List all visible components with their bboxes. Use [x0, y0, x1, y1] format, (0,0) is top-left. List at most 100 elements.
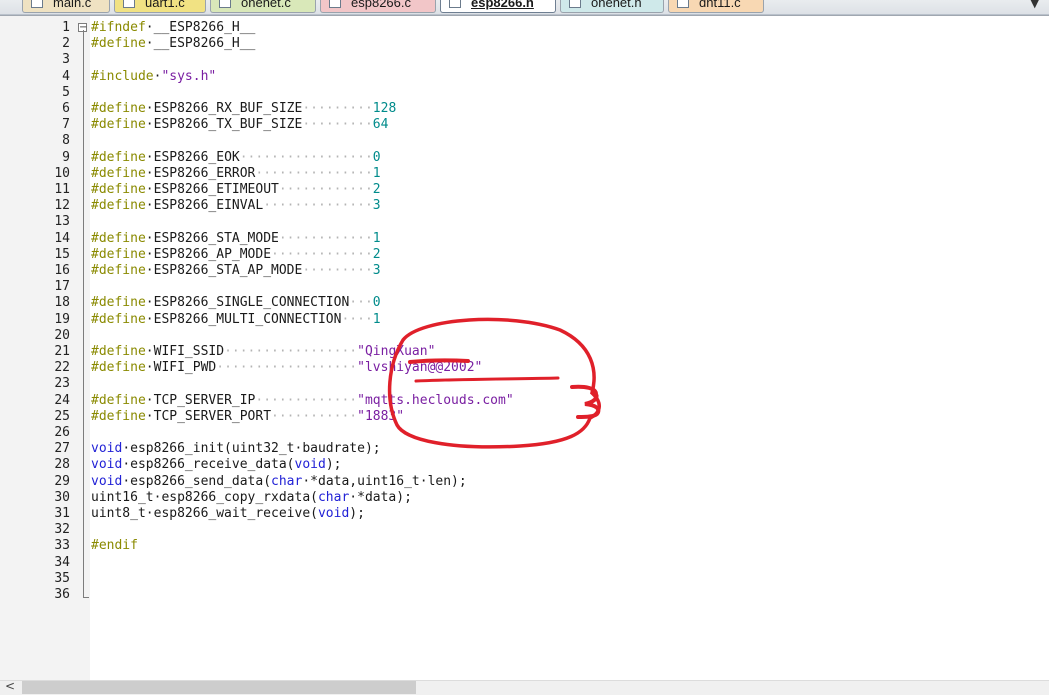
file-tab-bar: main.c uart1.c onenet.c esp8266.c esp8266.h o… [0, 0, 1049, 15]
file-icon [219, 0, 231, 8]
code-token: 2 [372, 247, 381, 262]
code-line[interactable]: #include·"sys.h" [91, 69, 216, 85]
code-token: #define [91, 231, 146, 246]
line-number: 33 [54, 538, 70, 553]
code-line[interactable]: #define·ESP8266_RX_BUF_SIZE·········128 [91, 101, 396, 117]
code-token: #define [91, 247, 146, 262]
code-line[interactable]: void·esp8266_init(uint32_t·baudrate); [91, 441, 381, 457]
code-token: void [91, 457, 123, 472]
code-token: 1 [372, 231, 381, 246]
code-token: ·ESP8266_EINVAL [145, 198, 264, 213]
scrollbar-thumb[interactable] [22, 681, 416, 694]
line-number: 12 [54, 198, 70, 213]
line-number: 27 [54, 441, 70, 456]
code-token: ········· [302, 263, 373, 278]
code-token: ············· [271, 247, 373, 262]
tab-esp8266-c[interactable]: esp8266.c [320, 0, 436, 13]
code-token: #define [91, 198, 146, 213]
line-number: 2 [62, 36, 70, 51]
code-token: "sys.h" [161, 69, 217, 84]
code-token: void [91, 474, 123, 489]
tab-esp8266-h[interactable]: esp8266.h [440, 0, 556, 13]
code-token: char [271, 474, 303, 489]
tab-uart1-c[interactable]: uart1.c [114, 0, 206, 13]
code-line[interactable]: #define·ESP8266_STA_AP_MODE·········3 [91, 263, 381, 279]
horizontal-scrollbar[interactable]: < [0, 679, 1049, 695]
code-token: #define [91, 36, 146, 51]
code-token: #define [91, 150, 146, 165]
code-line[interactable]: #define·ESP8266_AP_MODE·············2 [91, 247, 381, 263]
code-line[interactable]: #define·ESP8266_EINVAL··············3 [91, 198, 381, 214]
code-token: ·ESP8266_STA_AP_MODE [145, 263, 303, 278]
code-line[interactable]: #define·WIFI_PWD··················"lvshi… [91, 360, 482, 376]
code-line[interactable]: #define·ESP8266_ERROR···············1 [91, 166, 381, 182]
code-line[interactable]: void·esp8266_receive_data(void); [91, 457, 341, 473]
line-number-gutter: − 1 2 3 4 5 6 7 8 9 10 11 12 13 14 15 16 17 18 19 20 21 22 23 2… [0, 16, 90, 681]
code-line[interactable]: #endif [91, 538, 138, 554]
line-number: 26 [54, 425, 70, 440]
code-token: ·ESP8266_MULTI_CONNECTION [145, 312, 342, 327]
code-token: #define [91, 344, 146, 359]
code-token: ·················· [216, 360, 358, 375]
code-line[interactable]: #define·TCP_SERVER_IP·············"mqtts… [91, 393, 514, 409]
tab-dht11-c[interactable]: dht11.c [668, 0, 764, 13]
code-line[interactable]: #define·__ESP8266_H__ [91, 36, 255, 52]
code-token: 128 [372, 101, 397, 116]
line-number: 6 [62, 101, 70, 116]
code-token: 0 [372, 150, 381, 165]
tab-label: esp8266.c [351, 0, 411, 10]
code-token: 2 [372, 182, 381, 197]
code-line[interactable]: #define·TCP_SERVER_PORT···········"1883" [91, 409, 404, 425]
code-token: ·ESP8266_RX_BUF_SIZE [145, 101, 303, 116]
tab-dropdown-icon[interactable]: ▼ [1031, 0, 1039, 10]
code-token: #define [91, 182, 146, 197]
code-token: ···· [341, 312, 373, 327]
code-token: ·ESP8266_ERROR [145, 166, 256, 181]
line-number: 11 [54, 182, 70, 197]
code-line[interactable]: #define·ESP8266_MULTI_CONNECTION····1 [91, 312, 381, 328]
code-token: "mqtts.heclouds.com" [357, 393, 514, 408]
code-token: ·WIFI_PWD [145, 360, 217, 375]
code-token: #define [91, 263, 146, 278]
code-line[interactable]: #define·WIFI_SSID·················"QingX… [91, 344, 435, 360]
tab-label: dht11.c [699, 0, 741, 10]
code-token: void [91, 441, 123, 456]
file-icon [123, 0, 135, 8]
code-token: ·ESP8266_SINGLE_CONNECTION [145, 295, 350, 310]
code-line[interactable]: uint16_t·esp8266_copy_rxdata(char·*data)… [91, 490, 412, 506]
tab-main-c[interactable]: main.c [22, 0, 110, 13]
code-token: ·············· [263, 198, 373, 213]
file-icon [329, 0, 341, 8]
line-number: 10 [54, 166, 70, 181]
code-line[interactable]: #define·ESP8266_EOK·················0 [91, 150, 381, 166]
code-line[interactable]: uint8_t·esp8266_wait_receive(void); [91, 506, 365, 522]
tab-onenet-c[interactable]: onenet.c [210, 0, 316, 13]
code-line[interactable]: #define·ESP8266_ETIMEOUT············2 [91, 182, 381, 198]
line-number: 1 [62, 20, 70, 35]
code-line[interactable]: #define·ESP8266_STA_MODE············1 [91, 231, 381, 247]
tab-onenet-h[interactable]: onenet.h [560, 0, 664, 13]
code-token: char [317, 490, 350, 505]
line-number: 32 [54, 522, 70, 537]
tab-label: onenet.c [241, 0, 291, 10]
line-number: 18 [54, 295, 70, 310]
code-token: ); [349, 506, 365, 521]
code-line[interactable]: #define·ESP8266_TX_BUF_SIZE·········64 [91, 117, 388, 133]
code-line[interactable]: #define·ESP8266_SINGLE_CONNECTION···0 [91, 295, 381, 311]
code-token: ··· [349, 295, 373, 310]
code-token: ·*data,uint16_t·len); [302, 474, 467, 489]
code-token: 0 [372, 295, 381, 310]
code-token: #define [91, 393, 146, 408]
code-token: ·TCP_SERVER_PORT [145, 409, 272, 424]
line-number: 4 [62, 69, 70, 84]
code-token: ············ [278, 231, 373, 246]
file-icon [31, 0, 43, 8]
line-number: 17 [54, 279, 70, 294]
code-line[interactable]: #ifndef·__ESP8266_H__ [91, 20, 255, 36]
code-line[interactable]: void·esp8266_send_data(char·*data,uint16… [91, 474, 467, 490]
scroll-left-icon[interactable]: < [5, 679, 15, 693]
line-number: 30 [54, 490, 70, 505]
line-number: 36 [54, 587, 70, 602]
code-editor[interactable]: − 1 2 3 4 5 6 7 8 9 10 11 12 13 14 15 16 17 18 19 20 21 22 23 2… [0, 15, 1049, 681]
code-token: 3 [372, 263, 381, 278]
